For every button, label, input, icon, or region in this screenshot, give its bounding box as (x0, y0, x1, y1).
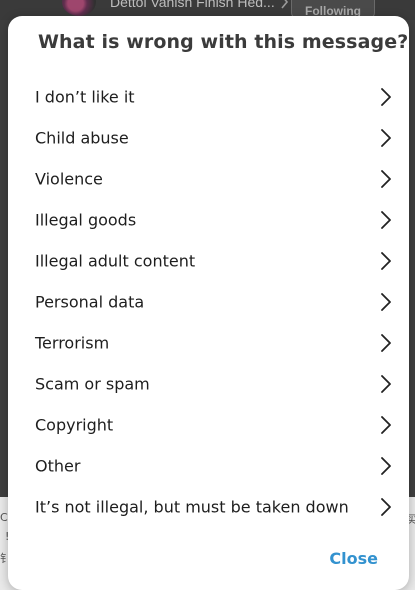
report-reason-label: It’s not illegal, but must be taken down (35, 497, 349, 516)
chevron-right-icon (381, 374, 391, 393)
chevron-right-icon (381, 210, 391, 229)
report-reason-list: I don’t like it Child abuse Violence Ill… (8, 76, 409, 527)
chevron-right-icon (381, 87, 391, 106)
chevron-right-icon (381, 415, 391, 434)
report-reason-label: Personal data (35, 292, 145, 311)
chevron-right-icon (281, 0, 289, 9)
report-reason-label: Terrorism (35, 333, 110, 352)
report-reason-item[interactable]: Scam or spam (8, 363, 409, 404)
report-reason-label: Copyright (35, 415, 114, 434)
report-reason-label: Illegal goods (35, 210, 137, 229)
report-reason-label: Violence (35, 169, 103, 188)
report-reason-item[interactable]: Illegal goods (8, 199, 409, 240)
dialog-title: What is wrong with this message? (38, 31, 409, 53)
report-reason-label: Scam or spam (35, 374, 150, 393)
channel-avatar (62, 0, 96, 16)
report-reason-label: I don’t like it (35, 87, 135, 106)
chevron-right-icon (381, 497, 391, 516)
report-reason-item[interactable]: Child abuse (8, 117, 409, 158)
chevron-right-icon (381, 169, 391, 188)
report-reason-label: Other (35, 456, 81, 475)
report-reason-item[interactable]: I don’t like it (8, 76, 409, 117)
background-text-fragment: C (0, 511, 8, 524)
chevron-right-icon (381, 128, 391, 147)
report-reason-label: Child abuse (35, 128, 129, 147)
report-reason-item[interactable]: Other (8, 445, 409, 486)
report-dialog: What is wrong with this message? I don’t… (8, 16, 409, 590)
report-reason-item[interactable]: Terrorism (8, 322, 409, 363)
chevron-right-icon (381, 333, 391, 352)
report-reason-item[interactable]: Violence (8, 158, 409, 199)
report-reason-item[interactable]: Copyright (8, 404, 409, 445)
chevron-right-icon (381, 292, 391, 311)
channel-title: Dettol Vanish Finish Hed... (110, 0, 275, 10)
report-reason-item[interactable]: It’s not illegal, but must be taken down (8, 486, 409, 527)
close-button[interactable]: Close (329, 549, 378, 568)
report-reason-item[interactable]: Illegal adult content (8, 240, 409, 281)
report-reason-item[interactable]: Personal data (8, 281, 409, 322)
chevron-right-icon (381, 456, 391, 475)
report-reason-label: Illegal adult content (35, 251, 196, 270)
chevron-right-icon (381, 251, 391, 270)
